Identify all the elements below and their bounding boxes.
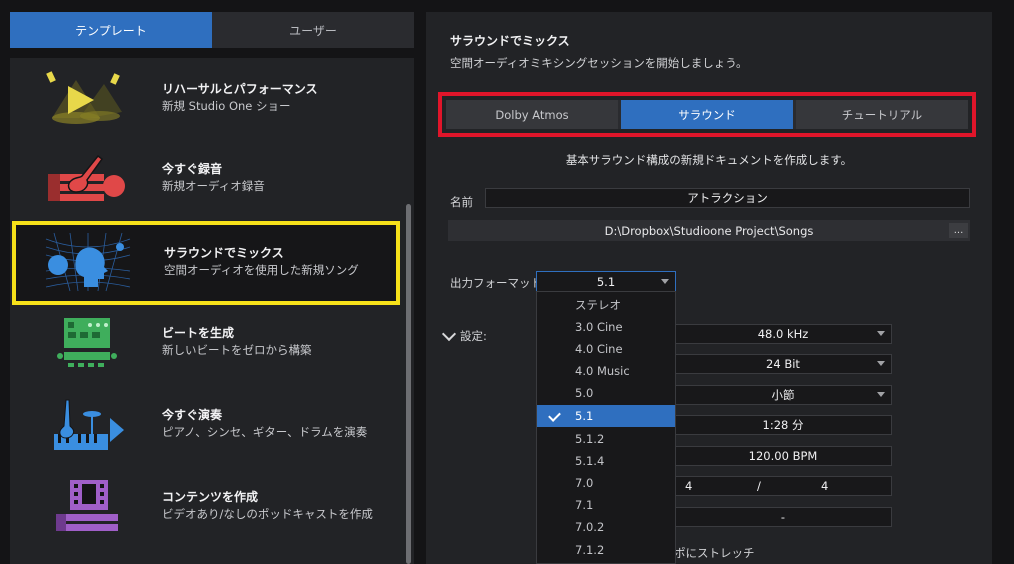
tab-templates[interactable]: テンプレート [10, 12, 212, 48]
chevron-down-icon [441, 326, 457, 341]
output-format-label: 出力フォーマット [450, 276, 542, 290]
template-subtitle: 新しいビートをゼロから構築 [162, 343, 312, 357]
format-option-label: 5.1 [575, 409, 594, 423]
panel-title: サラウンドでミックス [450, 34, 570, 48]
format-option[interactable]: 4.0 Cine [537, 338, 675, 360]
browser-tabs: テンプレート ユーザー [10, 12, 414, 48]
spatial-head-icon [45, 232, 131, 292]
format-option[interactable]: ステレオ [537, 294, 675, 316]
browse-path-button[interactable]: ... [949, 223, 968, 238]
format-option[interactable]: 3.0 Cine [537, 316, 675, 338]
template-title: 今すぐ録音 [162, 162, 223, 176]
timebase-select[interactable]: 小節 [674, 385, 892, 405]
template-item-rehearsal[interactable]: リハーサルとパフォーマンス 新規 Studio One ショー [10, 58, 402, 138]
key-input[interactable]: - [674, 507, 892, 527]
mode-dolby-atmos-button[interactable]: Dolby Atmos [446, 100, 618, 129]
output-format-select[interactable]: 5.1 [536, 271, 676, 292]
tab-user[interactable]: ユーザー [212, 12, 414, 48]
template-title: 今すぐ演奏 [162, 408, 223, 422]
format-option[interactable]: 7.1.2 [537, 539, 675, 561]
checkmark-icon [548, 409, 561, 422]
template-subtitle: 新規オーディオ録音 [162, 179, 265, 193]
tempo-stretch-label[interactable]: ポにストレッチ [674, 545, 755, 561]
template-item-play[interactable]: 今すぐ演奏 ピアノ、シンセ、ギター、ドラムを演奏 [10, 384, 402, 464]
time-signature-separator: / [757, 479, 761, 493]
time-signature-numerator[interactable]: 4 [685, 479, 692, 493]
chevron-down-icon [877, 392, 885, 397]
format-option[interactable]: 7.0.2 [537, 516, 675, 538]
tempo-input[interactable]: 120.00 BPM [674, 446, 892, 466]
beat-pad-icon [57, 318, 117, 367]
template-subtitle: 新規 Studio One ショー [162, 99, 291, 113]
format-option[interactable]: 7.0 [537, 472, 675, 494]
format-option[interactable]: 7.1 [537, 494, 675, 516]
chevron-down-icon [877, 331, 885, 336]
template-subtitle: ビデオあり/なしのポッドキャストを作成 [162, 507, 373, 521]
template-list: リハーサルとパフォーマンス 新規 Studio One ショー 今すぐ録音 新規… [10, 58, 414, 564]
format-option[interactable]: 5.1.4 [537, 450, 675, 472]
timebase-value: 小節 [771, 388, 795, 402]
template-title: ビートを生成 [162, 326, 235, 340]
song-name-input[interactable]: アトラクション [485, 188, 970, 208]
panel-subtitle: 空間オーディオミキシングセッションを開始しましょう。 [450, 56, 748, 70]
mode-surround-button[interactable]: サラウンド [621, 100, 793, 129]
output-format-dropdown[interactable]: ステレオ 3.0 Cine 4.0 Cine 4.0 Music 5.0 5.1… [536, 291, 676, 564]
settings-label: 設定: [460, 329, 487, 343]
format-option[interactable]: 5.1.2 [537, 428, 675, 450]
sample-rate-select[interactable]: 48.0 kHz [674, 324, 892, 344]
format-option[interactable]: 4.0 Music [537, 360, 675, 382]
stage-spotlight-icon [46, 71, 122, 124]
template-title: コンテンツを作成 [162, 490, 259, 504]
template-subtitle: 空間オーディオを使用した新規ソング [164, 263, 359, 277]
output-format-value: 5.1 [596, 274, 616, 289]
mode-description: 基本サラウンド構成の新規ドキュメントを作成します。 [565, 153, 853, 167]
template-title: リハーサルとパフォーマンス [162, 82, 318, 96]
guitar-record-icon [48, 154, 125, 201]
scrollbar-thumb[interactable] [406, 204, 411, 564]
template-title: サラウンドでミックス [164, 246, 284, 260]
template-details-panel: サラウンドでミックス 空間オーディオミキシングセッションを開始しましょう。 Do… [426, 12, 992, 564]
format-option[interactable]: 5.0 [537, 382, 675, 404]
mode-segmented-control: Dolby Atmos サラウンド チュートリアル [446, 100, 968, 129]
instruments-play-icon [54, 399, 124, 450]
template-list-scrollbar[interactable] [403, 58, 414, 564]
song-length-input[interactable]: 1:28 分 [674, 415, 892, 435]
save-path[interactable]: D:\Dropbox\Studioone Project\Songs [448, 220, 970, 241]
template-browser: テンプレート ユーザー リハーサルとパフォーマンス 新規 Studio One … [0, 0, 424, 564]
name-label: 名前 [450, 195, 473, 209]
time-signature-input[interactable]: 4 / 4 [674, 476, 892, 496]
template-subtitle: ピアノ、シンセ、ギター、ドラムを演奏 [162, 425, 368, 439]
template-item-surround-mix[interactable]: サラウンドでミックス 空間オーディオを使用した新規ソング [12, 221, 400, 305]
chevron-down-icon [661, 278, 669, 284]
template-item-record[interactable]: 今すぐ録音 新規オーディオ録音 [10, 138, 402, 218]
template-item-beat[interactable]: ビートを生成 新しいビートをゼロから構築 [10, 302, 402, 382]
film-content-icon [56, 480, 118, 531]
chevron-down-icon [877, 361, 885, 366]
format-option-selected[interactable]: 5.1 [537, 405, 675, 427]
bit-depth-select[interactable]: 24 Bit [674, 354, 892, 374]
bit-depth-value: 24 Bit [766, 357, 800, 371]
sample-rate-value: 48.0 kHz [757, 327, 809, 341]
template-item-content[interactable]: コンテンツを作成 ビデオあり/なしのポッドキャストを作成 [10, 466, 402, 546]
mode-tutorial-button[interactable]: チュートリアル [796, 100, 968, 129]
settings-expander[interactable]: 設定: [441, 326, 512, 346]
time-signature-denominator[interactable]: 4 [821, 479, 828, 493]
